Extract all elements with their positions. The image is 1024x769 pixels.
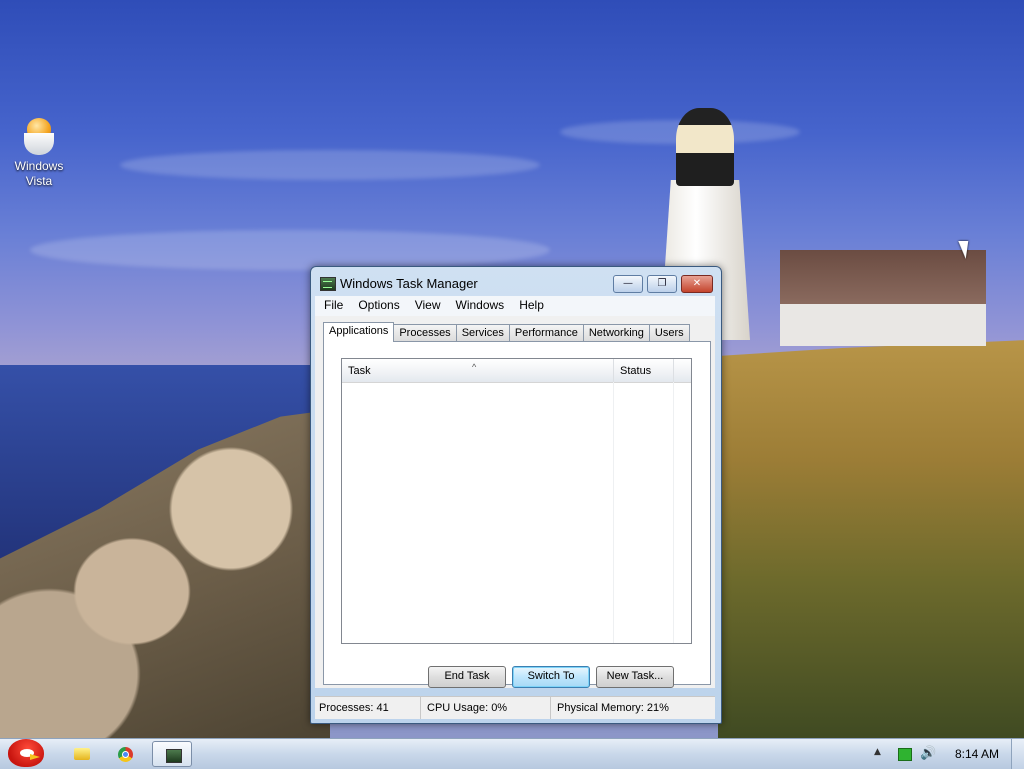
- cloud: [30, 230, 550, 270]
- column-header-status[interactable]: Status: [614, 359, 674, 382]
- system-tray: ▲ 🔊 8:14 AM: [864, 739, 1024, 769]
- menu-help[interactable]: Help: [513, 296, 550, 315]
- menu-view[interactable]: View: [409, 296, 447, 315]
- tab-services[interactable]: Services: [455, 324, 510, 341]
- column-label: Task: [348, 365, 371, 377]
- status-bar: Processes: 41 CPU Usage: 0% Physical Mem…: [315, 696, 715, 719]
- new-task-button[interactable]: New Task...: [596, 666, 674, 688]
- task-manager-icon: [320, 277, 336, 291]
- show-hidden-icons-icon[interactable]: ▲: [874, 747, 881, 757]
- end-task-button[interactable]: End Task: [428, 666, 506, 688]
- status-physical-memory: Physical Memory: 21%: [557, 702, 669, 714]
- column-divider: [673, 382, 674, 643]
- column-header-task[interactable]: Task ^: [342, 359, 614, 382]
- minimize-button[interactable]: —: [613, 275, 643, 293]
- task-list[interactable]: Task ^ Status: [341, 358, 692, 644]
- menu-options[interactable]: Options: [352, 296, 405, 315]
- sort-ascending-icon: ^: [472, 362, 477, 372]
- tab-users[interactable]: Users: [648, 324, 690, 341]
- start-button[interactable]: [4, 735, 48, 769]
- status-processes: Processes: 41: [315, 697, 421, 719]
- volume-icon[interactable]: 🔊: [920, 746, 936, 761]
- lighthouse-lamp: [676, 108, 734, 186]
- menu-bar: File Options View Windows Help: [315, 296, 715, 316]
- main-panel: Applications Processes Services Performa…: [315, 316, 715, 688]
- applications-page: Task ^ Status End Task Switch To New Tas…: [323, 341, 711, 688]
- task-manager-icon: [166, 749, 182, 763]
- network-icon[interactable]: [898, 748, 912, 761]
- title-bar[interactable]: Windows Task Manager — ❐ ✕: [311, 267, 721, 297]
- taskbar-item-task-manager[interactable]: [152, 741, 192, 767]
- list-header: Task ^ Status: [342, 359, 691, 383]
- taskbar: ▲ 🔊 8:14 AM: [0, 738, 1024, 769]
- cloud: [120, 150, 540, 180]
- close-button[interactable]: ✕: [681, 275, 713, 293]
- show-desktop-button[interactable]: [1011, 739, 1024, 769]
- clock[interactable]: 8:14 AM: [952, 739, 1002, 769]
- tab-strip: Applications Processes Services Performa…: [323, 322, 690, 342]
- tab-applications[interactable]: Applications: [323, 322, 395, 342]
- grassy-hill: [718, 340, 1024, 738]
- angry-birds-start-icon: [8, 739, 44, 767]
- folder-icon: [74, 748, 90, 760]
- menu-windows[interactable]: Windows: [450, 296, 511, 315]
- menu-file[interactable]: File: [318, 296, 349, 315]
- window-title: Windows Task Manager: [340, 276, 478, 291]
- chrome-icon: [118, 747, 133, 762]
- tab-processes[interactable]: Processes: [393, 324, 457, 341]
- column-divider: [613, 382, 614, 643]
- windows-vista-egg-icon: [23, 118, 55, 156]
- desktop-icon-windows-vista[interactable]: Windows Vista: [8, 118, 70, 189]
- taskbar-item-explorer[interactable]: [62, 741, 102, 767]
- taskbar-item-chrome[interactable]: [106, 741, 146, 767]
- maximize-button[interactable]: ❐: [647, 275, 677, 293]
- tab-performance[interactable]: Performance: [508, 324, 584, 341]
- desktop-icon-label: Windows Vista: [14, 159, 64, 188]
- switch-to-button[interactable]: Switch To: [512, 666, 590, 688]
- status-cpu-usage: CPU Usage: 0%: [421, 697, 551, 719]
- tab-networking[interactable]: Networking: [582, 324, 650, 341]
- task-manager-window: Windows Task Manager — ❐ ✕ File Options …: [310, 266, 722, 724]
